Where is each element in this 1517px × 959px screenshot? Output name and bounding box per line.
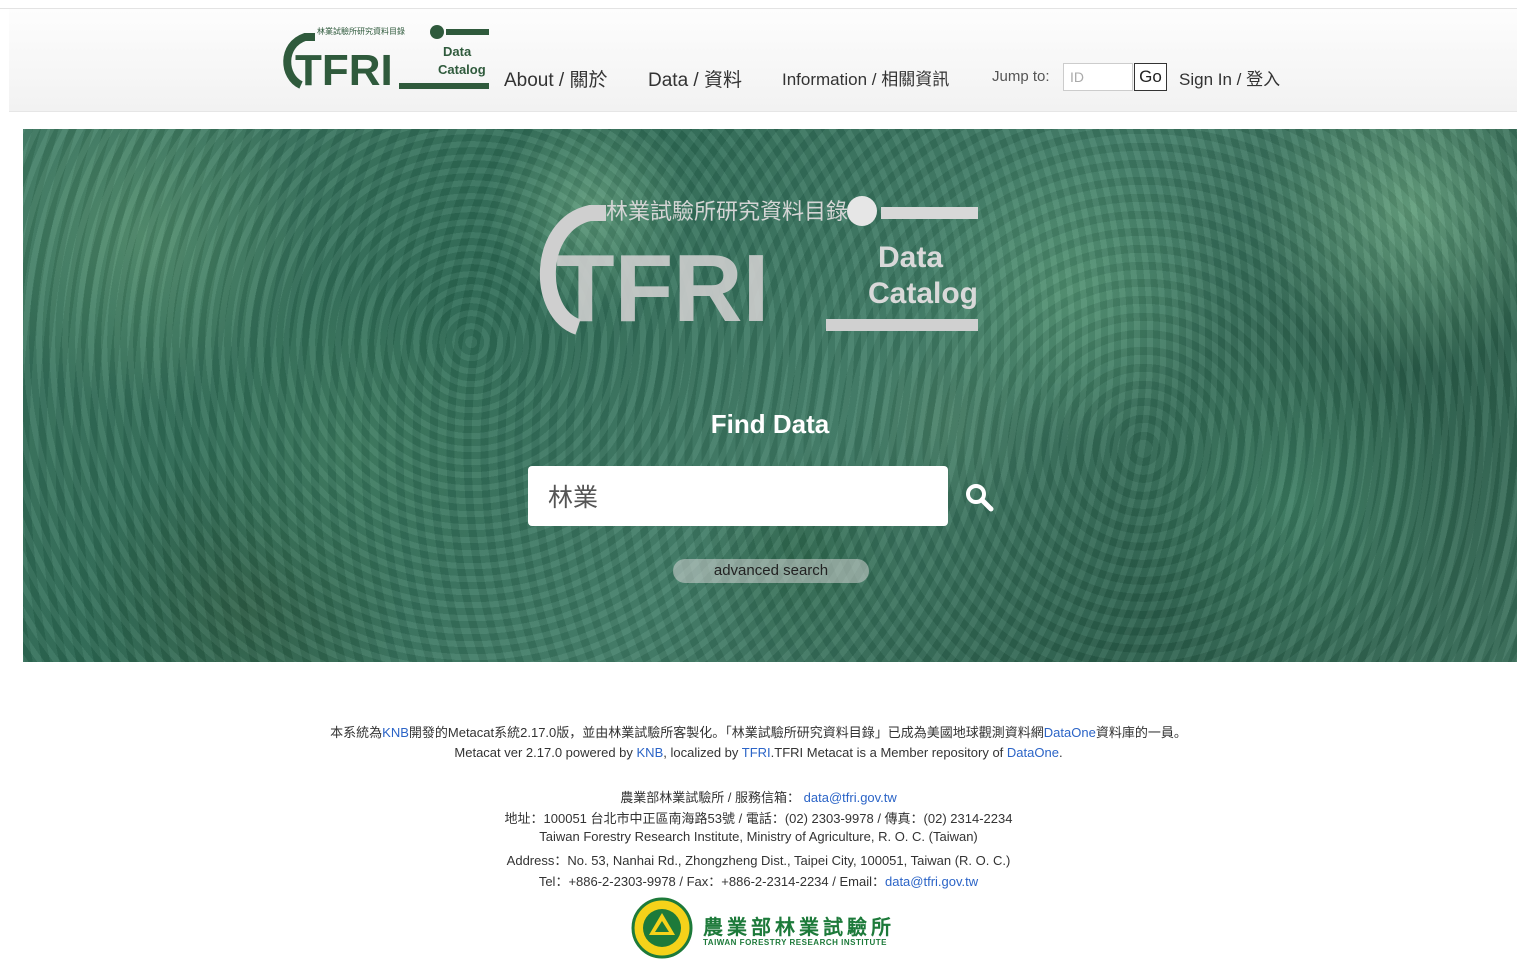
nav-signin[interactable]: Sign In / 登入 <box>1179 65 1280 90</box>
logo-sub-data: Data <box>443 44 472 59</box>
hero-logo-seal-text: 林業試驗所研究資料目錄 <box>606 200 848 225</box>
footer-line-chinese-intro: 本系統為KNB開發的Metacat系統2.17.0版，並由林業試驗所客製化。「林… <box>0 722 1517 741</box>
footer-line-address-en: Address：No. 53, Nanhai Rd., Zhongzheng D… <box>506 853 1011 868</box>
footer-text: 本系統為 <box>330 725 383 740</box>
logo-underline <box>399 83 489 89</box>
footer-line-english-intro: Metacat ver 2.17.0 powered by KNB, local… <box>0 745 1517 760</box>
footer-text: .TFRI Metacat is a Member repository of <box>770 745 1007 760</box>
logo-seal-text: 林業試驗所研究資料目錄 <box>317 26 405 36</box>
hero-logo-underline <box>826 319 978 331</box>
hero-logo-bar <box>881 207 978 219</box>
hero-logo-mark: TFRI <box>556 235 769 335</box>
nav-about[interactable]: About / 關於 <box>504 65 608 92</box>
jump-id-input[interactable] <box>1063 63 1133 91</box>
footer-line-contact: Tel：+886-2-2303-9978 / Fax：+886-2-2314-2… <box>0 871 1517 890</box>
jump-to-label: Jump to: <box>992 68 1050 85</box>
nav-information[interactable]: Information / 相關資訊 <box>782 65 949 90</box>
search-input[interactable] <box>528 466 948 526</box>
footer-text: 資料庫的一員。 <box>1095 725 1187 740</box>
tfri-link[interactable]: TFRI <box>742 745 771 760</box>
dataone-link[interactable]: DataOne <box>1044 725 1096 740</box>
logo-bar <box>446 29 489 35</box>
footer-line-address-zh: 地址：100051 台北市中正區南海路53號 / 電話：(02) 2303-99… <box>504 811 1013 826</box>
hero-logo-sub-data: Data <box>878 241 943 274</box>
hero-logo-dot <box>847 196 877 226</box>
footer-text: . <box>1058 745 1063 760</box>
dataone-link-en[interactable]: DataOne <box>1007 745 1059 760</box>
footer-text: Metacat ver 2.17.0 powered by <box>454 745 637 760</box>
knb-link[interactable]: KNB <box>382 725 409 740</box>
advanced-search-button[interactable]: advanced search <box>673 559 869 583</box>
hero-tfri-logo: 林業試驗所研究資料目錄 TFRI Data Catalog <box>540 196 978 335</box>
footer-text: 開發的Metacat系統2.17.0版，並由林業試驗所客製化。「林業試驗所研究資… <box>408 725 1044 740</box>
find-data-title: Find Data <box>710 409 830 439</box>
top-navbar: 林業試驗所研究資料目錄 TFRI Data Catalog About / 關於… <box>9 9 1517 112</box>
institute-name-en: TAIWAN FORESTRY RESEARCH INSTITUTE <box>703 938 887 947</box>
footer-text: 農業部林業試驗所 / 服務信箱： <box>620 790 804 805</box>
service-email-link[interactable]: data@tfri.gov.tw <box>804 790 897 805</box>
institute-name-zh: 農業部林業試驗所 <box>703 915 895 939</box>
knb-link-en[interactable]: KNB <box>637 745 664 760</box>
contact-email-link[interactable]: data@tfri.gov.tw <box>885 874 978 889</box>
logo-sub-catalog: Catalog <box>438 62 486 77</box>
hero-logo-sub-catalog: Catalog <box>868 277 978 310</box>
logo-mark: TFRI <box>295 46 393 91</box>
tfri-logo[interactable]: 林業試驗所研究資料目錄 TFRI Data Catalog <box>279 23 491 91</box>
go-button[interactable]: Go <box>1134 63 1167 91</box>
hero-banner: 林業試驗所研究資料目錄 TFRI Data Catalog Find Data … <box>23 129 1517 662</box>
search-icon[interactable] <box>964 482 994 512</box>
nav-data[interactable]: Data / 資料 <box>648 65 742 92</box>
logo-dot <box>430 25 444 39</box>
footer-line-service-email: 農業部林業試驗所 / 服務信箱： data@tfri.gov.tw <box>0 787 1517 806</box>
footer-text: Tel：+886-2-2303-9978 / Fax：+886-2-2314-2… <box>538 874 885 889</box>
footer-line-institute-en: Taiwan Forestry Research Institute, Mini… <box>539 829 978 844</box>
institute-emblem-icon <box>631 897 693 959</box>
footer-text: , localized by <box>663 745 742 760</box>
institute-logo: 農業部林業試驗所 TAIWAN FORESTRY RESEARCH INSTIT… <box>631 897 911 959</box>
